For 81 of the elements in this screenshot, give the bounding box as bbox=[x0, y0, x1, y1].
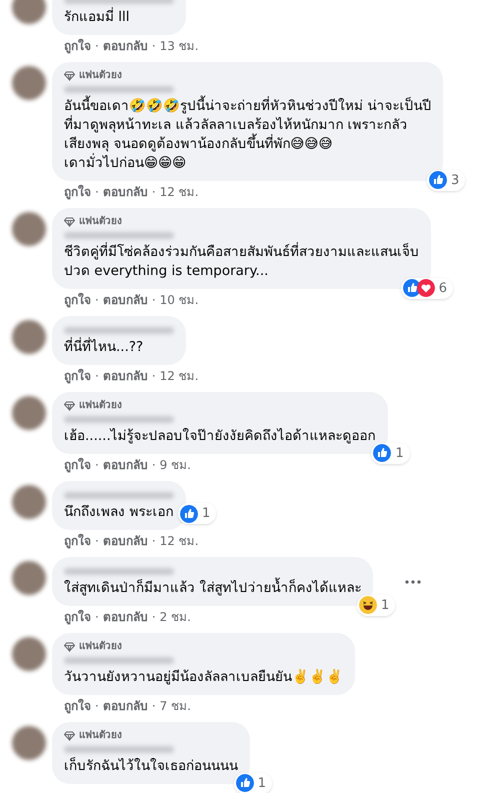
timestamp[interactable]: 2 ชม. bbox=[160, 609, 191, 625]
like-icon bbox=[180, 504, 198, 522]
action-link[interactable]: ถูกใจ bbox=[64, 368, 91, 384]
like-icon bbox=[429, 171, 448, 190]
action-link[interactable]: ถูกใจ bbox=[64, 457, 91, 473]
action-link[interactable]: ตอบกลับ bbox=[102, 292, 148, 308]
laughing-emoji-icon bbox=[359, 596, 378, 614]
separator-dot: · bbox=[152, 292, 156, 308]
action-link[interactable]: ถูกใจ bbox=[64, 184, 91, 200]
fan-label: แฟนตัวยง bbox=[79, 729, 122, 742]
timestamp[interactable]: 9 ชม. bbox=[160, 457, 191, 473]
timestamp[interactable]: 12 ชม. bbox=[160, 368, 199, 384]
fan-label: แฟนตัวยง bbox=[79, 215, 122, 228]
action-link[interactable]: ตอบกลับ bbox=[102, 368, 148, 384]
action-link[interactable]: ตอบกลับ bbox=[102, 38, 148, 54]
avatar[interactable] bbox=[12, 66, 46, 100]
separator-dot: · bbox=[152, 184, 156, 200]
avatar[interactable] bbox=[12, 561, 46, 595]
avatar[interactable] bbox=[12, 212, 46, 246]
comment-text: อันนี้ขอเดา🤣🤣🤣รูปนี้น่าจะถ่ายที่หัวหินช่วงปีใหม่ น่าจะเป็นปี bbox=[64, 97, 432, 116]
avatar[interactable] bbox=[12, 0, 46, 24]
avatar[interactable] bbox=[12, 396, 46, 430]
separator-dot: · bbox=[95, 292, 99, 308]
comment-text: นึกถึงเพลง พระเอก bbox=[64, 503, 174, 522]
diamond-icon bbox=[64, 642, 75, 652]
diamond-icon bbox=[64, 70, 75, 80]
timestamp[interactable]: 13 ชม. bbox=[160, 38, 199, 54]
like-icon bbox=[373, 444, 392, 462]
comment-text: ที่นี่ที่ไหน...?? bbox=[64, 338, 144, 357]
diamond-icon bbox=[64, 730, 75, 740]
action-link[interactable]: ถูกใจ bbox=[64, 38, 91, 54]
fan-label: แฟนตัวยง bbox=[79, 399, 122, 412]
separator-dot: · bbox=[95, 698, 99, 714]
reaction-count[interactable]: 1 bbox=[371, 442, 410, 464]
separator-dot: · bbox=[95, 368, 99, 384]
comment-text: ปวด everything is temporary... bbox=[64, 262, 270, 281]
separator-dot: · bbox=[152, 368, 156, 384]
comment-text: เดามั่วไปก่อน😁😁😁 bbox=[64, 154, 188, 173]
diamond-icon bbox=[64, 400, 75, 410]
comment-text: ที่มาดูพลุหน้าทะเล แล้วลัลลาเบลร้องไห้หนักมาก เพราะกลัว bbox=[64, 116, 409, 134]
separator-dot: · bbox=[95, 457, 99, 473]
action-link[interactable]: ถูกใจ bbox=[64, 292, 91, 308]
action-link[interactable]: ตอบกลับ bbox=[102, 184, 148, 200]
action-link[interactable]: ตอบกลับ bbox=[102, 698, 148, 714]
action-link[interactable]: ตอบกลับ bbox=[102, 609, 148, 625]
timestamp[interactable]: 10 ชม. bbox=[160, 292, 199, 308]
reaction-count[interactable]: 6 bbox=[400, 278, 453, 299]
like-icon bbox=[236, 774, 254, 792]
separator-dot: · bbox=[95, 184, 99, 200]
reaction-count[interactable]: 1 bbox=[357, 594, 396, 616]
timestamp[interactable]: 12 ชม. bbox=[160, 533, 199, 549]
comment-text: เสียงพลุ จนอดดูต้องพาน้องกลับขึ้นที่พัก😅😅😅 bbox=[64, 135, 432, 154]
timestamp[interactable]: 7 ชม. bbox=[160, 698, 191, 714]
separator-dot: · bbox=[152, 698, 156, 714]
avatar[interactable] bbox=[12, 726, 46, 760]
action-link[interactable]: ถูกใจ bbox=[64, 533, 91, 549]
separator-dot: · bbox=[152, 609, 156, 625]
comment-text: วันวานยังหวานอยู่มีน้องลัลลาเบลยืนยัน✌✌✌ bbox=[64, 668, 343, 687]
diamond-icon bbox=[64, 216, 75, 226]
action-link[interactable]: ถูกใจ bbox=[64, 609, 91, 625]
separator-dot: · bbox=[152, 457, 156, 473]
action-link[interactable]: ตอบกลับ bbox=[102, 457, 148, 473]
separator-dot: · bbox=[95, 533, 99, 549]
avatar[interactable] bbox=[12, 637, 46, 671]
reaction-count[interactable]: 1 bbox=[178, 502, 216, 524]
separator-dot: · bbox=[152, 533, 156, 549]
reaction-count[interactable]: 3 bbox=[427, 170, 466, 191]
separator-dot: · bbox=[152, 38, 156, 54]
comment-text: ชีวิตคู่ที่มีโซ่คล้องร่วมกันคือสายสัมพันธ์ที่สวยงามและแสนเจ็บ bbox=[64, 243, 419, 262]
comment-text: รักแอมมี่ lll bbox=[64, 8, 131, 27]
avatar[interactable] bbox=[12, 320, 46, 354]
action-link[interactable]: ตอบกลับ bbox=[102, 533, 148, 549]
action-link[interactable]: ถูกใจ bbox=[64, 698, 91, 714]
more-options-icon[interactable] bbox=[405, 580, 422, 584]
fan-label: แฟนตัวยง bbox=[79, 640, 122, 653]
avatar[interactable] bbox=[12, 485, 46, 519]
separator-dot: · bbox=[95, 609, 99, 625]
separator-dot: · bbox=[95, 38, 99, 54]
fan-label: แฟนตัวยง bbox=[79, 69, 122, 82]
timestamp[interactable]: 12 ชม. bbox=[160, 184, 199, 200]
reaction-count[interactable]: 1 bbox=[234, 772, 272, 793]
